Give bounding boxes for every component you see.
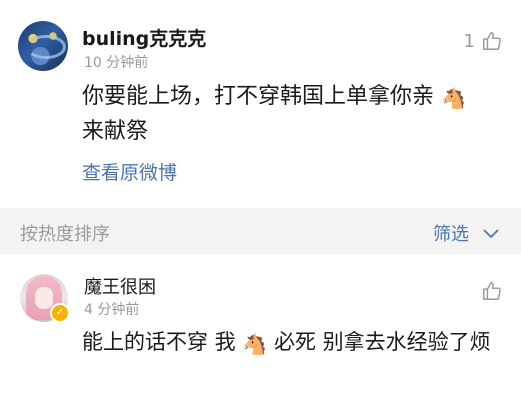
- username[interactable]: 魔王很困: [84, 273, 156, 299]
- reply-comment: ✓ 魔王很困 4 分钟前 能上的话不穿 我 🐴 必死 别拿去水经验了烦: [0, 254, 521, 404]
- sort-by-hot-label[interactable]: 按热度排序: [20, 220, 110, 246]
- comment-text: 你要能上场，打不穿韩国上单拿你亲 🐴 来献祭: [82, 84, 466, 144]
- chevron-down-icon: [483, 223, 499, 244]
- thumbs-up-icon: [481, 282, 503, 306]
- like-button[interactable]: 1: [464, 30, 503, 52]
- horse-emoji: 🐴: [242, 332, 268, 356]
- filter-label: 筛选: [433, 224, 469, 245]
- timestamp: 10 分钟前: [84, 55, 149, 71]
- thumbs-up-icon: [481, 30, 503, 52]
- original-comment: buling克克克 10 分钟前 1 你要能上场，打不穿韩国上单拿你亲 🐴 来献祭…: [0, 0, 521, 200]
- like-count: 1: [463, 30, 475, 52]
- verified-badge-icon: ✓: [50, 303, 70, 323]
- view-original-link[interactable]: 查看原微博: [82, 158, 177, 185]
- user-avatar[interactable]: [18, 21, 68, 71]
- comment-text: 能上的话不穿 我 🐴 必死 别拿去水经验了烦: [82, 326, 512, 361]
- filter-button[interactable]: 筛选: [433, 220, 499, 246]
- username[interactable]: buling克克克: [82, 24, 206, 51]
- horse-emoji: 🐴: [441, 86, 466, 110]
- sort-bar: 按热度排序 筛选: [0, 208, 521, 254]
- like-button[interactable]: [481, 280, 503, 306]
- timestamp: 4 分钟前: [84, 302, 140, 318]
